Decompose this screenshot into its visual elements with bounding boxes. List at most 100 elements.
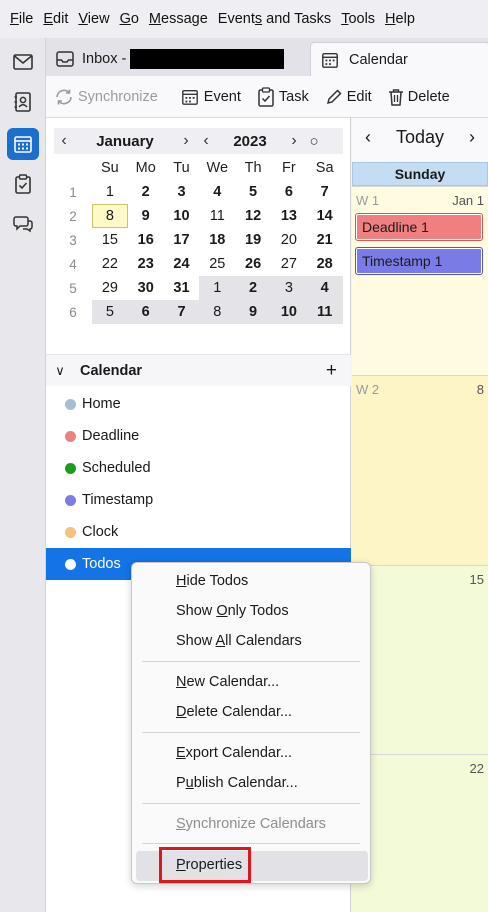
- minimonth-day[interactable]: 18: [199, 228, 235, 252]
- minimonth-day[interactable]: 29: [92, 276, 128, 300]
- weekday-header: Tu: [173, 160, 190, 176]
- delete-calendar-item[interactable]: Delete Calendar...: [176, 704, 292, 720]
- minimonth-day[interactable]: 1: [199, 276, 236, 300]
- minimonth-day[interactable]: 20: [271, 228, 307, 252]
- menu-item[interactable]: View: [74, 11, 113, 27]
- next-year-button[interactable]: ›: [284, 132, 304, 150]
- minimonth-day[interactable]: 7: [163, 300, 200, 324]
- minimonth-day[interactable]: 24: [164, 252, 200, 276]
- menu-item[interactable]: Tools: [337, 11, 379, 27]
- event-item[interactable]: Deadline 1: [355, 213, 483, 241]
- synchronize-button[interactable]: Synchronize: [46, 82, 166, 112]
- minimonth-day[interactable]: 26: [235, 252, 271, 276]
- week-number: 1: [69, 184, 77, 200]
- minimonth-day[interactable]: 14: [307, 204, 343, 228]
- minimonth-day[interactable]: 9: [235, 300, 271, 324]
- week-cell[interactable]: 315: [352, 565, 488, 754]
- add-calendar-button[interactable]: +: [326, 360, 337, 382]
- week-row: 4 22 23 24 25 26 27 28: [54, 252, 343, 276]
- minimonth-day[interactable]: 3: [270, 276, 307, 300]
- minimonth-day[interactable]: 6: [271, 180, 307, 204]
- menu-item[interactable]: Go: [116, 11, 143, 27]
- delete-button[interactable]: Delete: [380, 82, 458, 112]
- minimonth-day[interactable]: 10: [164, 204, 200, 228]
- calendar-list-item[interactable]: Home: [46, 388, 351, 420]
- spaces-toolbar: [0, 38, 46, 912]
- show-all-calendars-item-label-text-rest: ll Calendars: [225, 633, 302, 649]
- calendar-list-item[interactable]: Deadline: [46, 420, 351, 452]
- minimonth-day[interactable]: 11: [199, 204, 235, 228]
- minimonth-day[interactable]: 28: [307, 252, 343, 276]
- new-event-button[interactable]: Event: [172, 82, 249, 112]
- prev-month-button[interactable]: ‹: [54, 132, 74, 150]
- menu-item[interactable]: Edit: [39, 11, 72, 27]
- prev-period-button[interactable]: ‹: [352, 127, 384, 148]
- minimonth-day[interactable]: 8: [199, 300, 236, 324]
- prev-year-button[interactable]: ‹: [196, 132, 216, 150]
- menu-item[interactable]: File: [6, 11, 37, 27]
- show-only-todos-item[interactable]: Show Only Todos: [176, 603, 289, 619]
- minimonth-day[interactable]: 5: [235, 180, 271, 204]
- minimonth-day[interactable]: 8: [92, 204, 128, 228]
- show-all-calendars-item[interactable]: Show All Calendars: [176, 633, 302, 649]
- menu-item[interactable]: Events and Tasks: [214, 11, 335, 27]
- next-period-button[interactable]: ›: [456, 127, 488, 148]
- minimonth-day[interactable]: 27: [271, 252, 307, 276]
- address-book-icon[interactable]: [7, 86, 39, 118]
- minimonth-day[interactable]: 10: [270, 300, 307, 324]
- minimonth-day[interactable]: 16: [128, 228, 164, 252]
- minimonth-year[interactable]: 2023: [216, 133, 284, 150]
- minimonth-day[interactable]: 21: [307, 228, 343, 252]
- show-only-todos-item-label-accesskey: O: [216, 603, 228, 619]
- minimonth-day[interactable]: 17: [164, 228, 200, 252]
- week-cell[interactable]: W 2 8: [352, 375, 488, 565]
- new-task-button[interactable]: Task: [249, 82, 317, 112]
- week-cell[interactable]: 422: [352, 754, 488, 912]
- minimonth-day[interactable]: 4: [199, 180, 235, 204]
- event-item[interactable]: Timestamp 1: [355, 247, 483, 275]
- today-button[interactable]: Today: [384, 127, 456, 148]
- publish-calendar-item[interactable]: Publish Calendar...: [176, 775, 298, 791]
- tasks-icon[interactable]: [7, 168, 39, 200]
- calendar-icon[interactable]: [7, 128, 39, 160]
- minimonth-day[interactable]: 22: [92, 252, 128, 276]
- minimonth-day[interactable]: 2: [235, 276, 271, 300]
- edit-button[interactable]: Edit: [317, 82, 380, 112]
- minimonth-day[interactable]: 31: [164, 276, 200, 300]
- minimonth-day[interactable]: 5: [92, 300, 128, 324]
- tab-inbox[interactable]: Inbox -: [46, 42, 308, 76]
- calendar-list-item[interactable]: Clock: [46, 516, 351, 548]
- minimonth-day[interactable]: 1: [92, 180, 128, 204]
- next-month-button[interactable]: ›: [176, 132, 196, 150]
- today-circle-button[interactable]: ○: [304, 133, 324, 150]
- calendar-list-item[interactable]: Timestamp: [46, 484, 351, 516]
- minimonth-day[interactable]: 25: [199, 252, 235, 276]
- minimonth-month[interactable]: January: [74, 133, 176, 150]
- delete-calendar-item-label-text-rest: elete Calendar...: [186, 704, 293, 720]
- new-calendar-item[interactable]: New Calendar...: [176, 674, 279, 690]
- minimonth-day[interactable]: 6: [127, 300, 164, 324]
- mail-icon[interactable]: [7, 46, 39, 78]
- export-calendar-item[interactable]: Export Calendar...: [176, 745, 292, 761]
- tab-calendar[interactable]: Calendar: [310, 42, 488, 76]
- minimonth-day[interactable]: 19: [235, 228, 271, 252]
- minimonth-day[interactable]: 13: [271, 204, 307, 228]
- minimonth-day[interactable]: 3: [164, 180, 200, 204]
- calendar-color-dot: [65, 430, 76, 442]
- menu-item[interactable]: Message: [145, 11, 212, 27]
- minimonth-day[interactable]: 7: [307, 180, 343, 204]
- hide-todos-item[interactable]: Hide Todos: [176, 573, 248, 589]
- menu-item[interactable]: Help: [381, 11, 419, 27]
- collapse-chevron-icon[interactable]: ∨: [46, 363, 74, 379]
- calendar-list-item[interactable]: Scheduled: [46, 452, 351, 484]
- show-all-calendars-item-label-accesskey: A: [215, 633, 226, 649]
- minimonth-day[interactable]: 9: [128, 204, 164, 228]
- minimonth-day[interactable]: 12: [235, 204, 271, 228]
- minimonth-day[interactable]: 2: [128, 180, 164, 204]
- minimonth-day[interactable]: 11: [306, 300, 343, 324]
- minimonth-day[interactable]: 15: [92, 228, 128, 252]
- minimonth-day[interactable]: 4: [306, 276, 343, 300]
- chat-icon[interactable]: [7, 208, 39, 240]
- minimonth-day[interactable]: 30: [128, 276, 164, 300]
- minimonth-day[interactable]: 23: [128, 252, 164, 276]
